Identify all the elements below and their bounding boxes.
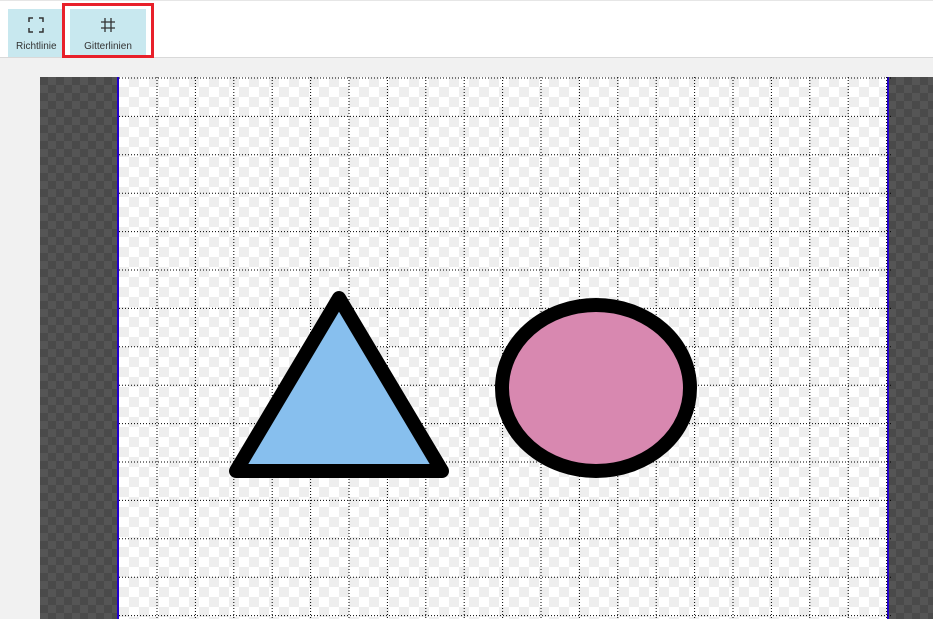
- drawing-canvas[interactable]: [117, 77, 891, 619]
- triangle-shape[interactable]: [229, 291, 449, 478]
- guides-button-label: Richtlinie: [16, 41, 57, 52]
- guides-button[interactable]: Richtlinie: [8, 9, 63, 57]
- grid-lines: [119, 77, 891, 619]
- guides-corners-icon: [27, 17, 44, 33]
- grid-hash-icon: [101, 18, 115, 32]
- toolbar: Richtlinie Gitterlinien: [0, 0, 933, 58]
- gridlines-button-label: Gitterlinien: [84, 41, 132, 52]
- gridlines-button[interactable]: Gitterlinien: [70, 9, 146, 57]
- workspace[interactable]: [40, 77, 933, 619]
- canvas-svg: [119, 77, 891, 619]
- circle-shape[interactable]: [495, 298, 697, 478]
